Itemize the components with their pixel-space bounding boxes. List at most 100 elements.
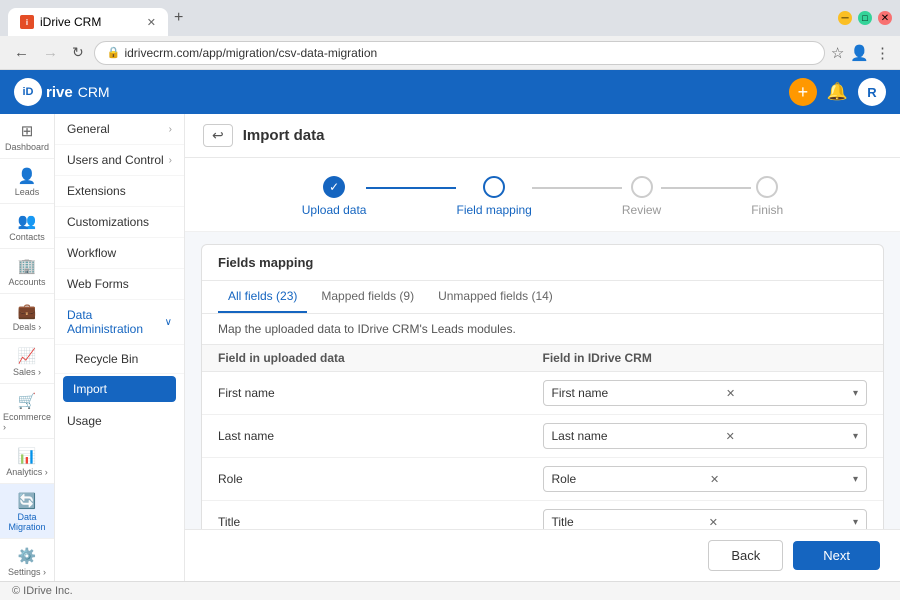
select-arrow-icon[interactable]: ▾ (853, 517, 858, 528)
deals-icon: 💼 (18, 302, 37, 320)
sidebar-item-contacts[interactable]: 👥 Contacts (0, 204, 54, 249)
select-x-icon[interactable]: ✕ (722, 430, 739, 443)
field-name: Last name (218, 429, 543, 443)
logo-icon: iD (14, 78, 42, 106)
main-content: ↩ Import data ✓ Upload data Field mappin… (185, 114, 900, 581)
field-select[interactable]: Role ✕ ▾ (543, 466, 868, 492)
step-mapping-label: Field mapping (456, 203, 531, 217)
col-header-crm: Field in IDrive CRM (543, 351, 868, 365)
step-finish: Finish (751, 176, 783, 217)
field-select[interactable]: First name ✕ ▾ (543, 380, 868, 406)
notifications-button[interactable]: 🔔 (827, 82, 848, 102)
table-row: Title Title ✕ ▾ (202, 501, 883, 529)
active-tab[interactable]: i iDrive CRM ✕ (8, 8, 168, 36)
mapping-tabs: All fields (23) Mapped fields (9) Unmapp… (202, 281, 883, 314)
data-migration-icon: 🔄 (18, 492, 37, 510)
select-arrow-icon[interactable]: ▾ (853, 431, 858, 442)
menu-panel: General › Users and Control › Extensions… (55, 114, 185, 581)
menu-sub-item-recycle-bin[interactable]: Recycle Bin (55, 345, 184, 374)
logo-drive-text: rive (46, 84, 73, 101)
url-bar[interactable]: 🔒 idrivecrm.com/app/migration/csv-data-m… (94, 41, 825, 65)
table-row: Last name Last name ✕ ▾ (202, 415, 883, 458)
browser-chrome: i iDrive CRM ✕ + ─ □ ✕ (0, 0, 900, 36)
menu-item-data-administration[interactable]: Data Administration ∨ (55, 300, 184, 345)
field-select[interactable]: Title ✕ ▾ (543, 509, 868, 529)
bottom-bar: © IDrive Inc. (0, 581, 900, 600)
select-arrow-icon[interactable]: ▾ (853, 388, 858, 399)
back-footer-button[interactable]: Back (708, 540, 783, 571)
mapping-description: Map the uploaded data to IDrive CRM's Le… (202, 314, 883, 344)
new-tab-button[interactable]: + (168, 9, 189, 27)
sidebar-item-dashboard[interactable]: ⊞ Dashboard (0, 114, 54, 159)
select-x-icon[interactable]: ✕ (706, 473, 723, 486)
logo: iD rive CRM (14, 78, 110, 106)
page-footer: Back Next (185, 529, 900, 581)
address-bar: ← → ↻ 🔒 idrivecrm.com/app/migration/csv-… (0, 36, 900, 70)
tab-close-icon[interactable]: ✕ (147, 16, 156, 29)
profile-icon[interactable]: 👤 (850, 44, 869, 62)
sidebar-item-leads[interactable]: 👤 Leads (0, 159, 54, 204)
field-select-wrapper: First name ✕ ▾ (543, 380, 868, 406)
select-x-icon[interactable]: ✕ (705, 516, 722, 529)
field-select-wrapper: Role ✕ ▾ (543, 466, 868, 492)
menu-sub-item-import[interactable]: Import (63, 376, 176, 402)
step-finish-circle (756, 176, 778, 198)
contacts-icon: 👥 (18, 212, 37, 230)
sidebar-item-analytics[interactable]: 📊 Analytics › (0, 439, 54, 484)
back-button[interactable]: ↩ (203, 124, 233, 147)
user-avatar[interactable]: R (858, 78, 886, 106)
chevron-down-icon: ∨ (165, 317, 172, 328)
nav-back-button[interactable]: ← (10, 42, 33, 63)
step-field-mapping: Field mapping (456, 176, 531, 217)
window-minimize[interactable]: ─ (838, 11, 852, 25)
tab-mapped-fields[interactable]: Mapped fields (9) (311, 281, 424, 313)
sidebar-item-ecommerce[interactable]: 🛒 Ecommerce › (0, 384, 54, 439)
sidebar-item-accounts[interactable]: 🏢 Accounts (0, 249, 54, 294)
top-navigation: iD rive CRM + 🔔 R (0, 70, 900, 114)
sidebar-item-deals[interactable]: 💼 Deals › (0, 294, 54, 339)
step-review-circle (631, 176, 653, 198)
step-upload-label: Upload data (302, 203, 367, 217)
sidebar-item-sales[interactable]: 📈 Sales › (0, 339, 54, 384)
menu-icon[interactable]: ⋮ (875, 44, 890, 62)
menu-item-general[interactable]: General › (55, 114, 184, 145)
bookmark-icon[interactable]: ☆ (831, 44, 844, 62)
step-review-label: Review (622, 203, 661, 217)
sidebar-item-settings[interactable]: ⚙️ Settings › (0, 539, 54, 581)
tab-unmapped-fields[interactable]: Unmapped fields (14) (428, 281, 563, 313)
field-select[interactable]: Last name ✕ ▾ (543, 423, 868, 449)
step-upload-circle: ✓ (323, 176, 345, 198)
steps-container: ✓ Upload data Field mapping Review (185, 158, 900, 232)
nav-refresh-button[interactable]: ↻ (68, 42, 88, 63)
select-x-icon[interactable]: ✕ (722, 387, 739, 400)
next-button[interactable]: Next (793, 541, 880, 570)
fields-mapping-card: Fields mapping All fields (23) Mapped fi… (201, 244, 884, 529)
browser-tabs: i iDrive CRM ✕ + (8, 0, 830, 36)
sidebar-nav: ⊞ Dashboard 👤 Leads 👥 Contacts 🏢 Account… (0, 114, 55, 581)
window-maximize[interactable]: □ (858, 11, 872, 25)
menu-item-workflow[interactable]: Workflow (55, 238, 184, 269)
step-line-1 (366, 187, 456, 189)
add-button[interactable]: + (789, 78, 817, 106)
copyright-text: © IDrive Inc. (12, 585, 73, 597)
field-select-wrapper: Last name ✕ ▾ (543, 423, 868, 449)
topnav-right: + 🔔 R (789, 78, 886, 106)
window-close[interactable]: ✕ (878, 11, 892, 25)
menu-item-customizations[interactable]: Customizations (55, 207, 184, 238)
step-review: Review (622, 176, 661, 217)
menu-item-extensions[interactable]: Extensions (55, 176, 184, 207)
step-upload: ✓ Upload data (302, 176, 367, 217)
menu-item-usage[interactable]: Usage (55, 406, 184, 436)
dashboard-icon: ⊞ (21, 122, 34, 140)
nav-forward-button[interactable]: → (39, 42, 62, 63)
settings-icon: ⚙️ (18, 547, 37, 565)
sidebar-item-data-migration[interactable]: 🔄 Data Migration (0, 484, 54, 539)
select-arrow-icon[interactable]: ▾ (853, 474, 858, 485)
menu-item-web-forms[interactable]: Web Forms (55, 269, 184, 300)
mapping-card-header: Fields mapping (202, 245, 883, 281)
content-header: ↩ Import data (185, 114, 900, 158)
mapping-table-header: Field in uploaded data Field in IDrive C… (202, 344, 883, 372)
menu-item-users-control[interactable]: Users and Control › (55, 145, 184, 176)
tab-all-fields[interactable]: All fields (23) (218, 281, 307, 313)
field-name: Role (218, 472, 543, 486)
